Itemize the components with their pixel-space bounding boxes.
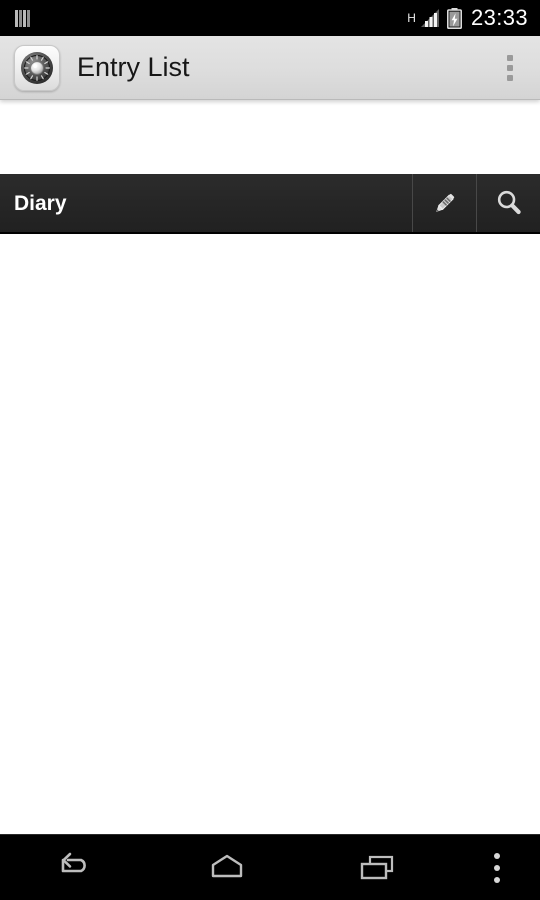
- search-button[interactable]: [476, 174, 540, 232]
- diary-title-area[interactable]: Diary: [0, 174, 412, 232]
- section-title: Diary: [14, 191, 67, 215]
- overflow-dot: [507, 74, 513, 81]
- pencil-icon: [428, 186, 462, 220]
- status-bar: H 23:33: [0, 0, 540, 36]
- home-icon: [201, 851, 253, 885]
- phone-screen: H 23:33 Entry List Diary: [0, 0, 540, 900]
- status-bar-left: [14, 9, 32, 28]
- overflow-menu-icon: [507, 54, 513, 61]
- diary-section-bar: Diary: [0, 174, 540, 234]
- entry-list-content[interactable]: [0, 234, 540, 834]
- search-icon: [492, 186, 526, 220]
- nav-menu-button[interactable]: [454, 835, 540, 900]
- recents-icon: [352, 851, 404, 885]
- nav-recents-button[interactable]: [303, 835, 454, 900]
- back-arrow-icon: [50, 851, 102, 885]
- new-entry-button[interactable]: [412, 174, 476, 232]
- page-title: Entry List: [77, 52, 190, 82]
- safe-dial-icon[interactable]: [14, 44, 60, 91]
- nav-back-button[interactable]: [0, 835, 151, 900]
- status-bar-clock: 23:33: [470, 5, 528, 30]
- signal-bars-icon: [420, 8, 440, 28]
- network-type-label: H: [407, 11, 416, 25]
- nav-menu-dot: [493, 876, 500, 883]
- overflow-dot: [507, 64, 513, 71]
- nav-menu-dot: [493, 864, 500, 871]
- action-bar: Entry List: [0, 36, 540, 100]
- nav-menu-dot: [493, 852, 500, 859]
- battery-charging-icon: [446, 7, 462, 29]
- system-navigation-bar: [0, 834, 540, 900]
- nav-home-button[interactable]: [151, 835, 302, 900]
- overflow-menu-icon: [493, 852, 500, 883]
- header-gap: [0, 100, 540, 174]
- action-bar-overflow-button[interactable]: [488, 37, 532, 99]
- bars-icon: [14, 9, 32, 28]
- status-bar-right: H 23:33: [407, 7, 528, 29]
